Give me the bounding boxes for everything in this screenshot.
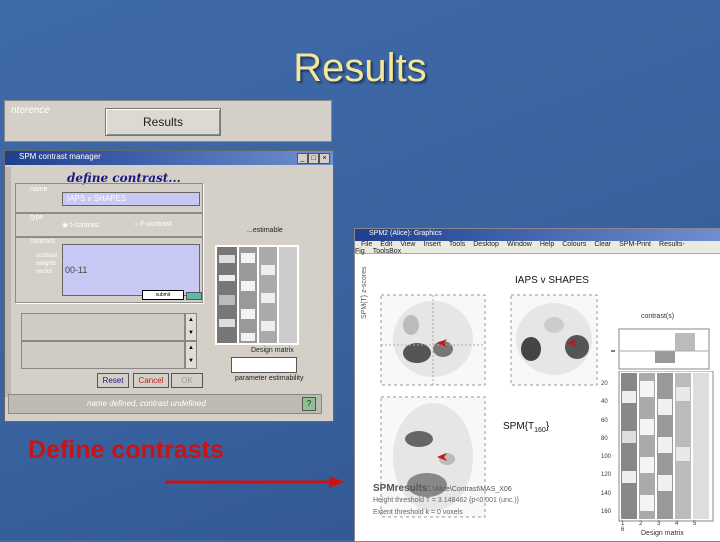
results-strip: nterence Results bbox=[4, 100, 332, 142]
y-tick-label: 40 bbox=[601, 399, 608, 406]
design-matrix-label: Design matrix bbox=[251, 347, 294, 354]
stat-label: SPM{T160} bbox=[503, 421, 549, 434]
help-button[interactable]: ? bbox=[302, 397, 316, 411]
maximize-icon[interactable]: □ bbox=[308, 153, 319, 164]
contrast-group: contrast contrast weights vector 00-11 s… bbox=[15, 237, 203, 303]
list1-scrollbar[interactable]: ▲ ▼ bbox=[185, 313, 197, 341]
ok-indicator[interactable] bbox=[186, 292, 202, 300]
slide-title: Results bbox=[293, 46, 427, 90]
design-matrix-title: Design matrix bbox=[641, 530, 684, 537]
type-group: type ◉ t-contrast ○ F-contrast bbox=[15, 213, 203, 237]
reset-button[interactable]: Reset bbox=[97, 373, 129, 388]
t-contrast-radio[interactable]: ◉ t-contrast bbox=[62, 221, 99, 229]
contrast-weights-field[interactable]: 00-11 bbox=[62, 244, 200, 296]
name-field[interactable]: IAPS v SHAPES bbox=[62, 192, 200, 206]
contrast-manager-window: SPM contrast manager _ □ × define contra… bbox=[4, 150, 334, 422]
graphics-menu-item[interactable]: SPM-Print bbox=[619, 241, 651, 248]
stat-label-main: SPM{T bbox=[503, 421, 535, 432]
param-estimability-label: parameter estimability bbox=[235, 375, 304, 382]
x-tick-label: 6 bbox=[621, 527, 625, 533]
ok-button[interactable]: OK bbox=[171, 373, 203, 388]
status-bar: name defined, contrast undefined bbox=[8, 394, 322, 414]
contrast-label: contrast bbox=[30, 238, 55, 245]
f-contrast-label: F-contrast bbox=[140, 221, 172, 228]
contrast-weights-plot bbox=[611, 328, 710, 370]
graphics-title: SPM2 (Alice): Graphics bbox=[369, 230, 442, 237]
inference-label: nterence bbox=[11, 105, 50, 116]
graphics-menu-item[interactable]: ToolsBox bbox=[373, 248, 401, 255]
contrast-list-1[interactable] bbox=[21, 313, 185, 341]
graphics-menu-item[interactable]: Window bbox=[507, 241, 532, 248]
x-tick-label: 4 bbox=[675, 521, 679, 527]
graphics-menu-item[interactable]: View bbox=[400, 241, 415, 248]
y-tick-label: 80 bbox=[601, 435, 608, 442]
design-matrix-y-ticks: 20 40 60 80 100 120 140 160 bbox=[601, 375, 611, 521]
left-edge bbox=[5, 167, 11, 397]
design-matrix-graphic bbox=[217, 247, 297, 343]
graphics-menubar: File Edit View Insert Tools Desktop Window Help… bbox=[355, 241, 720, 255]
submit-button[interactable]: submit bbox=[142, 290, 184, 300]
stat-label-end: } bbox=[545, 421, 550, 432]
results-title: SPMresults:.\Alice\Contrast\MAS_X06 bbox=[373, 483, 512, 494]
height-threshold: Height threshold T = 3.148462 {p<0.001 (… bbox=[373, 497, 520, 504]
estimability-bar bbox=[231, 357, 297, 373]
contrast-manager-titlebar: SPM contrast manager _ □ × bbox=[5, 151, 333, 165]
close-icon[interactable]: × bbox=[319, 153, 330, 164]
y-tick-label: 60 bbox=[601, 417, 608, 424]
results-button[interactable]: Results bbox=[105, 108, 221, 136]
y-tick-label: 20 bbox=[601, 381, 608, 387]
design-matrix-preview bbox=[215, 245, 299, 345]
contrast-name-label: IAPS v SHAPES bbox=[515, 275, 589, 286]
contrast-panel-label: contrast(s) bbox=[641, 313, 675, 320]
graphics-titlebar: SPM2 (Alice): Graphics bbox=[355, 229, 720, 241]
design-matrix-plot bbox=[618, 371, 714, 522]
contrast-list-2[interactable] bbox=[21, 341, 185, 369]
results-title-label: SPMresults: bbox=[373, 483, 431, 494]
graphics-window: SPM2 (Alice): Graphics File Edit View Inser… bbox=[354, 228, 720, 542]
graphics-menu-item[interactable]: Edit bbox=[380, 241, 392, 248]
x-tick-label: 5 bbox=[693, 521, 697, 527]
name-group: name IAPS v SHAPES bbox=[15, 183, 203, 213]
f-contrast-radio[interactable]: ○ F-contrast bbox=[134, 221, 172, 228]
graphics-menu-item[interactable]: File bbox=[361, 241, 372, 248]
graphics-menu-item[interactable]: Clear bbox=[594, 241, 611, 248]
graphics-menu-item[interactable]: Desktop bbox=[473, 241, 499, 248]
list2-scrollbar[interactable]: ▲ ▼ bbox=[185, 341, 197, 369]
graphics-menu-item[interactable]: Help bbox=[540, 241, 554, 248]
define-contrasts-caption: Define contrasts bbox=[28, 436, 224, 464]
extent-threshold: Extent threshold k = 0 voxels bbox=[373, 509, 463, 516]
graphics-menu-item[interactable]: Tools bbox=[449, 241, 465, 248]
graphics-menu-item[interactable]: Insert bbox=[423, 241, 441, 248]
y-tick-label: 100 bbox=[601, 454, 612, 461]
y-tick-label: 140 bbox=[601, 490, 612, 497]
contrast-weights-value: 00-11 bbox=[65, 265, 88, 275]
cancel-button[interactable]: Cancel bbox=[133, 373, 169, 388]
x-tick-label: 3 bbox=[657, 521, 661, 527]
estimability-label: ...estimable bbox=[247, 227, 283, 234]
y-tick-label: 120 bbox=[601, 472, 612, 479]
t-contrast-label: t-contrast bbox=[70, 222, 100, 229]
type-label: type bbox=[30, 214, 44, 221]
minimize-icon[interactable]: _ bbox=[297, 153, 308, 164]
contrast-manager-title: SPM contrast manager bbox=[19, 152, 101, 161]
name-label: name bbox=[30, 186, 48, 193]
contrast-weights-label: contrast weights vector bbox=[36, 253, 58, 275]
stat-label-df: 160 bbox=[534, 427, 546, 434]
graphics-menu-item[interactable]: Colours bbox=[562, 241, 586, 248]
results-path: .\Alice\Contrast\MAS_X06 bbox=[430, 486, 512, 493]
y-tick-label: 160 bbox=[601, 509, 612, 516]
mip-side-label: SPM{T} z-scores bbox=[361, 266, 368, 319]
x-tick-label: 2 bbox=[639, 521, 643, 527]
right-arrow-icon bbox=[165, 476, 345, 488]
